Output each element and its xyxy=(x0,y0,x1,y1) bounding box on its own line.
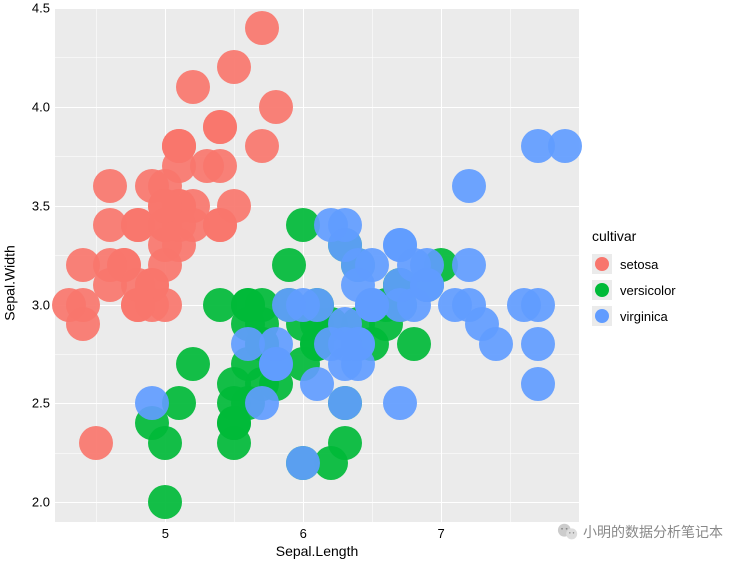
y-tick-label: 3.5 xyxy=(32,198,50,213)
y-tick-label: 4.5 xyxy=(32,1,50,16)
data-point xyxy=(452,169,486,203)
data-point xyxy=(355,288,389,322)
legend-dot-icon xyxy=(595,283,609,297)
data-point xyxy=(328,327,362,361)
legend-label: virginica xyxy=(620,309,668,324)
data-point xyxy=(135,386,169,420)
data-point xyxy=(176,347,210,381)
data-point xyxy=(93,169,127,203)
y-axis-title: Sepal.Width xyxy=(2,245,18,320)
legend-label: setosa xyxy=(620,257,658,272)
data-point xyxy=(148,228,182,262)
legend-dot-icon xyxy=(595,309,609,323)
watermark-text: 小明的数据分析笔记本 xyxy=(583,522,723,542)
data-point xyxy=(121,288,155,322)
data-point xyxy=(245,386,279,420)
x-tick-label: 6 xyxy=(300,526,307,541)
data-point xyxy=(176,70,210,104)
data-point xyxy=(245,129,279,163)
legend-item: versicolor xyxy=(592,280,676,300)
data-point xyxy=(397,327,431,361)
data-point xyxy=(203,110,237,144)
x-axis-title: Sepal.Length xyxy=(276,543,359,559)
data-point xyxy=(521,367,555,401)
legend-items: setosa versicolor virginica xyxy=(592,254,676,326)
data-point xyxy=(190,149,224,183)
data-point xyxy=(79,426,113,460)
data-point xyxy=(314,208,348,242)
y-tick-label: 4.0 xyxy=(32,99,50,114)
data-point xyxy=(328,426,362,460)
data-point xyxy=(259,90,293,124)
data-point xyxy=(479,327,513,361)
data-point xyxy=(383,228,417,262)
wechat-icon xyxy=(557,521,579,543)
legend-label: versicolor xyxy=(620,283,676,298)
legend-swatch xyxy=(592,254,612,274)
y-tick-label: 3.0 xyxy=(32,297,50,312)
legend-dot-icon xyxy=(595,257,609,271)
data-point xyxy=(286,446,320,480)
legend-title: cultivar xyxy=(592,228,676,244)
data-point xyxy=(272,248,306,282)
x-tick-label: 7 xyxy=(437,526,444,541)
y-tick-label: 2.0 xyxy=(32,495,50,510)
watermark: 小明的数据分析笔记本 xyxy=(557,521,723,543)
legend-swatch xyxy=(592,306,612,326)
data-point xyxy=(217,50,251,84)
legend-item: setosa xyxy=(592,254,676,274)
data-point xyxy=(452,288,486,322)
data-point xyxy=(328,386,362,420)
data-point xyxy=(452,248,486,282)
data-point xyxy=(148,426,182,460)
data-point xyxy=(259,347,293,381)
data-point xyxy=(217,189,251,223)
data-point xyxy=(383,386,417,420)
legend-item: virginica xyxy=(592,306,676,326)
data-point xyxy=(245,11,279,45)
data-point xyxy=(521,327,555,361)
data-point xyxy=(93,248,127,282)
y-axis-ticks: 2.0 2.5 3.0 3.5 4.0 4.5 xyxy=(20,0,50,565)
plot-area xyxy=(55,8,579,522)
data-point xyxy=(548,129,582,163)
x-tick-label: 5 xyxy=(162,526,169,541)
legend: cultivar setosa versicolor virginica xyxy=(592,228,676,332)
data-point xyxy=(66,288,100,322)
legend-swatch xyxy=(592,280,612,300)
data-point xyxy=(521,288,555,322)
data-point xyxy=(272,288,306,322)
scatter-chart: Sepal.Width 2.0 2.5 3.0 3.5 4.0 4.5 5 6 7 Sepal… xyxy=(0,0,733,565)
data-point xyxy=(148,189,182,223)
data-point xyxy=(148,485,182,519)
y-tick-label: 2.5 xyxy=(32,396,50,411)
